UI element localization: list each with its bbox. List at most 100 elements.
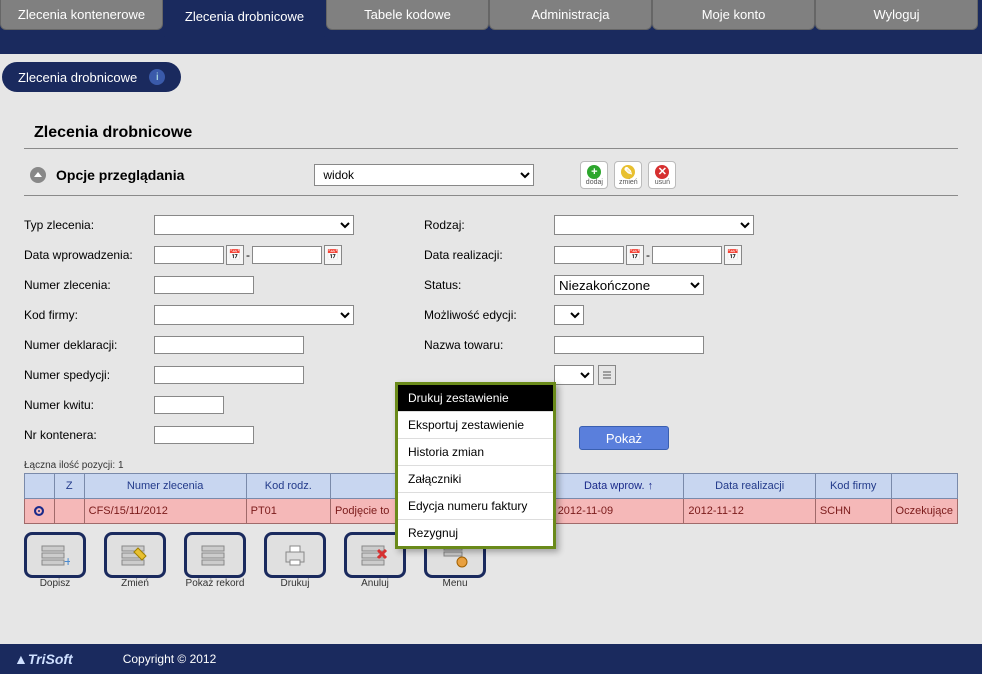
- brand-logo: ▲TriSoft: [14, 651, 73, 667]
- subheader-bar: Zlecenia drobnicowe i: [0, 54, 982, 104]
- ctx-eksportuj[interactable]: Eksportuj zestawienie: [398, 412, 553, 439]
- lbl-edycja: Możliwość edycji:: [424, 308, 554, 322]
- calendar-icon[interactable]: 📅: [724, 245, 742, 265]
- select-kod-firmy[interactable]: [154, 305, 354, 325]
- lbl-nr-kont: Nr kontenera:: [24, 428, 154, 442]
- page-title: Zlecenia drobnicowe: [34, 124, 958, 142]
- input-numer-spedycji[interactable]: [154, 366, 304, 384]
- tb-pokaz-rekord[interactable]: Pokaż rekord: [184, 532, 246, 589]
- cell-z: [54, 499, 84, 524]
- tb-pokaz-label: Pokaż rekord: [186, 578, 245, 589]
- lbl-numer-sped: Numer spedycji:: [24, 368, 154, 382]
- svg-text:+: +: [64, 553, 70, 568]
- collapse-icon[interactable]: [30, 167, 46, 183]
- sort-up-icon: ↑: [648, 480, 654, 492]
- lbl-status: Status:: [424, 278, 554, 292]
- input-data-wpr-from[interactable]: [154, 246, 224, 264]
- cell-kod-firmy: SCHN: [815, 499, 891, 524]
- view-options-row: Opcje przeglądania widok + dodaj ✎ zmień…: [30, 161, 958, 189]
- ctx-zalaczniki[interactable]: Załączniki: [398, 466, 553, 493]
- lbl-numer-dekl: Numer deklaracji:: [24, 338, 154, 352]
- select-mozliwosc-edycji[interactable]: [554, 305, 584, 325]
- cell-data-wprow: 2012-11-09: [553, 499, 684, 524]
- cell-kod-rodz: PT01: [246, 499, 330, 524]
- range-dash: -: [246, 248, 250, 262]
- input-nr-kontenera[interactable]: [154, 426, 254, 444]
- tb-anuluj-label: Anuluj: [361, 578, 389, 589]
- ctx-drukuj-zest[interactable]: Drukuj zestawienie: [398, 385, 553, 412]
- col-data-real[interactable]: Data realizacji: [684, 474, 815, 499]
- input-data-wpr-to[interactable]: [252, 246, 322, 264]
- tb-dopisz-label: Dopisz: [40, 578, 71, 589]
- input-data-real-from[interactable]: [554, 246, 624, 264]
- tab-wyloguj[interactable]: Wyloguj: [815, 0, 978, 30]
- lbl-numer-zl: Numer zlecenia:: [24, 278, 154, 292]
- select-status[interactable]: Niezakończone: [554, 275, 704, 295]
- tb-zmien[interactable]: Zmień: [104, 532, 166, 589]
- col-data-wprow[interactable]: Data wprow. ↑: [553, 474, 684, 499]
- col-status[interactable]: [891, 474, 957, 499]
- input-numer-kwitu[interactable]: [154, 396, 224, 414]
- list-icon[interactable]: [598, 365, 616, 385]
- calendar-icon[interactable]: 📅: [324, 245, 342, 265]
- lbl-typ: Typ zlecenia:: [24, 218, 154, 232]
- tab-administracja[interactable]: Administracja: [489, 0, 652, 30]
- view-add-button[interactable]: + dodaj: [580, 161, 608, 189]
- view-select[interactable]: widok: [314, 164, 534, 186]
- input-numer-zlecenia[interactable]: [154, 276, 254, 294]
- info-icon[interactable]: i: [149, 69, 165, 85]
- tab-drobnicowe[interactable]: Zlecenia drobnicowe: [163, 0, 326, 40]
- tab-kodowe[interactable]: Tabele kodowe: [326, 0, 489, 30]
- tab-moje-konto[interactable]: Moje konto: [652, 0, 815, 30]
- filters-left-col: Typ zlecenia: Data wprowadzenia: 📅 - 📅 N…: [24, 210, 424, 450]
- main-tabbar: Zlecenia kontenerowe Zlecenia drobnicowe…: [0, 0, 982, 40]
- ctx-rezygnuj[interactable]: Rezygnuj: [398, 520, 553, 546]
- input-numer-deklaracji[interactable]: [154, 336, 304, 354]
- ctx-edycja-faktury[interactable]: Edycja numeru faktury: [398, 493, 553, 520]
- select-typ-zlecenia[interactable]: [154, 215, 354, 235]
- lbl-rodzaj: Rodzaj:: [424, 218, 554, 232]
- col-sel: [25, 474, 55, 499]
- row-radio[interactable]: [34, 506, 44, 516]
- tb-dopisz[interactable]: + Dopisz: [24, 532, 86, 589]
- tab-kontenerowe[interactable]: Zlecenia kontenerowe: [0, 0, 163, 30]
- view-delete-button[interactable]: ✕ usuń: [648, 161, 676, 189]
- select-rodzaj[interactable]: [554, 215, 754, 235]
- footer: ▲TriSoft Copyright © 2012: [0, 644, 982, 674]
- show-button[interactable]: Pokaż: [579, 426, 669, 450]
- calendar-icon[interactable]: 📅: [626, 245, 644, 265]
- cell-data-real: 2012-11-12: [684, 499, 815, 524]
- view-add-label: dodaj: [586, 179, 603, 186]
- calendar-icon[interactable]: 📅: [226, 245, 244, 265]
- view-options-label: Opcje przeglądania: [56, 167, 184, 183]
- lbl-data-wpr: Data wprowadzenia:: [24, 248, 154, 262]
- copyright: Copyright © 2012: [123, 652, 217, 666]
- col-z[interactable]: Z: [54, 474, 84, 499]
- divider-options: [24, 195, 958, 196]
- ctx-historia[interactable]: Historia zmian: [398, 439, 553, 466]
- tb-menu-label: Menu: [442, 578, 467, 589]
- lbl-numer-kwitu: Numer kwitu:: [24, 398, 154, 412]
- divider-top: [24, 148, 958, 149]
- tb-drukuj[interactable]: Drukuj: [264, 532, 326, 589]
- col-kod-firmy[interactable]: Kod firmy: [815, 474, 891, 499]
- range-dash: -: [646, 248, 650, 262]
- view-edit-button[interactable]: ✎ zmień: [614, 161, 642, 189]
- lbl-data-real: Data realizacji:: [424, 248, 554, 262]
- cell-status: Oczekujące: [891, 499, 957, 524]
- lbl-kod-firmy: Kod firmy:: [24, 308, 154, 322]
- input-nazwa-towaru[interactable]: [554, 336, 704, 354]
- view-delete-label: usuń: [655, 179, 670, 186]
- input-data-real-to[interactable]: [652, 246, 722, 264]
- subheader-pill: Zlecenia drobnicowe i: [2, 62, 181, 92]
- cell-numer: CFS/15/11/2012: [84, 499, 246, 524]
- context-menu: Drukuj zestawienie Eksportuj zestawienie…: [395, 382, 556, 549]
- col-numer-zlecenia[interactable]: Numer zlecenia: [84, 474, 246, 499]
- col-kod-rodz[interactable]: Kod rodz.: [246, 474, 330, 499]
- view-edit-label: zmień: [619, 179, 638, 186]
- lbl-nazwa-tow: Nazwa towaru:: [424, 338, 554, 352]
- tb-drukuj-label: Drukuj: [281, 578, 310, 589]
- subheader-label: Zlecenia drobnicowe: [18, 70, 137, 85]
- tb-zmien-label: Zmień: [121, 578, 149, 589]
- select-opak[interactable]: [554, 365, 594, 385]
